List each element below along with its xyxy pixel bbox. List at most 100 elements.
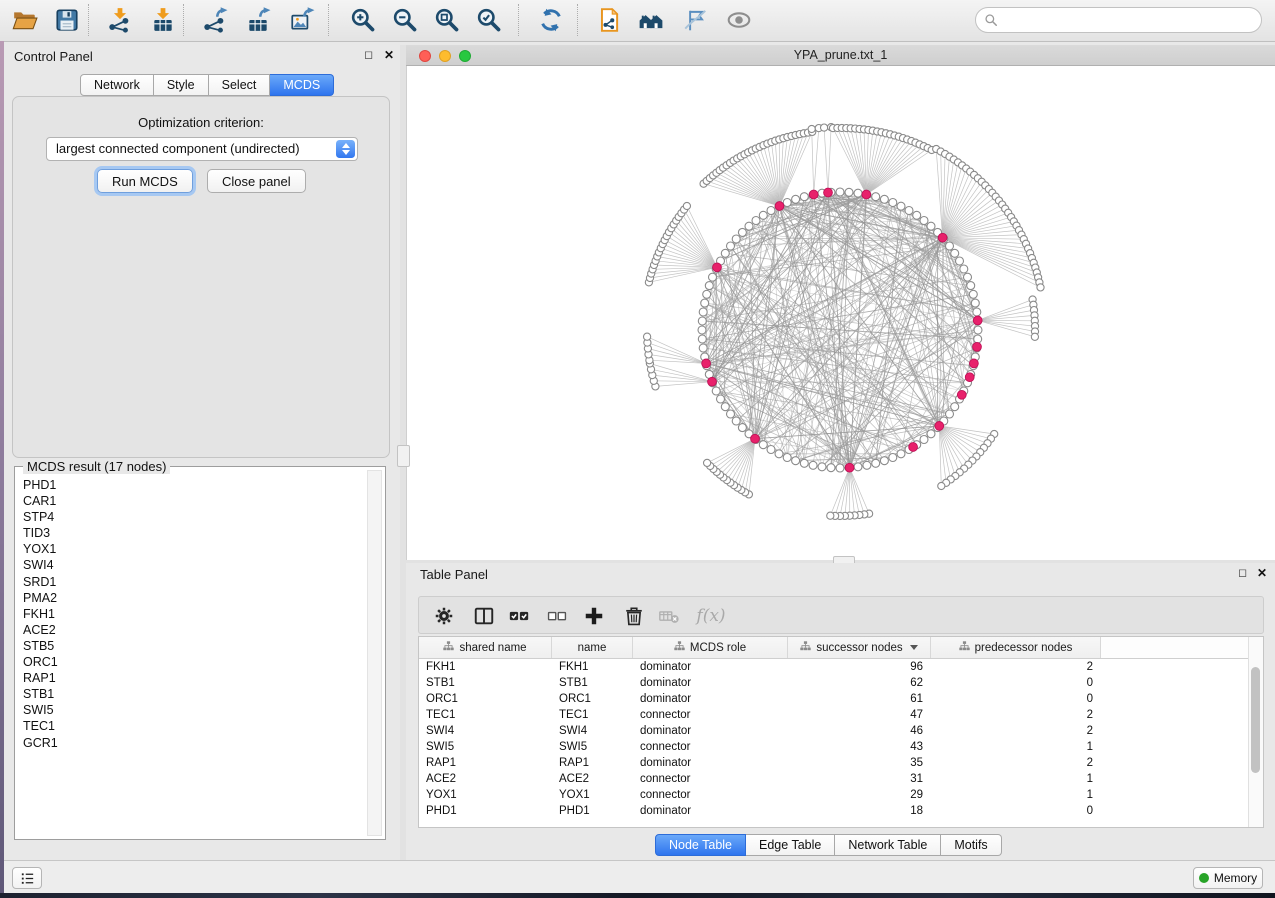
cell-predecessor-nodes[interactable]: 1 [931,787,1101,803]
cell-name[interactable]: PHD1 [552,803,633,819]
cell-name[interactable]: RAP1 [552,755,633,771]
cell-successor-nodes[interactable]: 46 [788,723,931,739]
tab-style[interactable]: Style [154,74,209,96]
result-scrollbar[interactable] [367,470,382,836]
cell-shared-name[interactable]: RAP1 [419,755,552,771]
result-node-item[interactable]: STB5 [23,638,361,654]
deselect-all-icon[interactable] [544,603,570,629]
cell-MCDS-role[interactable]: dominator [633,803,788,819]
table-row[interactable]: SWI5SWI5connector431 [419,739,1263,755]
tab-mcds[interactable]: MCDS [270,74,334,96]
import-table-icon[interactable] [148,5,178,35]
search-input[interactable] [975,7,1262,33]
table-row[interactable]: ORC1ORC1dominator610 [419,691,1263,707]
zoom-in-icon[interactable] [348,5,378,35]
scrollbar-thumb[interactable] [1251,667,1260,773]
close-panel-button[interactable]: Close panel [207,169,306,193]
cell-name[interactable]: ACE2 [552,771,633,787]
cell-predecessor-nodes[interactable]: 0 [931,691,1101,707]
export-image-icon[interactable] [287,5,317,35]
cell-successor-nodes[interactable]: 61 [788,691,931,707]
cell-MCDS-role[interactable]: dominator [633,691,788,707]
table-row[interactable]: STB1STB1dominator620 [419,675,1263,691]
cell-shared-name[interactable]: ORC1 [419,691,552,707]
network-file-icon[interactable] [594,5,624,35]
cell-MCDS-role[interactable]: dominator [633,659,788,675]
cell-successor-nodes[interactable]: 29 [788,787,931,803]
cell-predecessor-nodes[interactable]: 0 [931,675,1101,691]
cell-predecessor-nodes[interactable]: 2 [931,707,1101,723]
task-history-button[interactable] [12,867,42,889]
cell-name[interactable]: STB1 [552,675,633,691]
cell-predecessor-nodes[interactable]: 0 [931,803,1101,819]
gear-icon[interactable] [431,603,457,629]
tab-network-table[interactable]: Network Table [835,834,941,856]
tab-edge-table[interactable]: Edge Table [746,834,835,856]
import-network-icon[interactable] [105,5,135,35]
result-node-item[interactable]: STB1 [23,686,361,702]
cell-name[interactable]: FKH1 [552,659,633,675]
cell-successor-nodes[interactable]: 18 [788,803,931,819]
result-node-item[interactable]: SWI5 [23,702,361,718]
table-row[interactable]: PHD1PHD1dominator180 [419,803,1263,819]
split-columns-icon[interactable] [471,603,497,629]
result-node-item[interactable]: SRD1 [23,574,361,590]
tab-motifs[interactable]: Motifs [941,834,1001,856]
optimization-criterion-select[interactable]: largest connected component (undirected) [46,137,358,161]
table-row[interactable]: RAP1RAP1dominator352 [419,755,1263,771]
zoom-out-icon[interactable] [390,5,420,35]
result-node-item[interactable]: ORC1 [23,654,361,670]
table-row[interactable]: FKH1FKH1dominator962 [419,659,1263,675]
export-network-icon[interactable] [200,5,230,35]
cell-name[interactable]: TEC1 [552,707,633,723]
table-row[interactable]: SWI4SWI4dominator462 [419,723,1263,739]
result-node-item[interactable]: TEC1 [23,718,361,734]
close-panel-icon[interactable]: ✕ [1257,566,1267,580]
cell-successor-nodes[interactable]: 62 [788,675,931,691]
cell-successor-nodes[interactable]: 43 [788,739,931,755]
cell-predecessor-nodes[interactable]: 1 [931,739,1101,755]
export-table-icon[interactable] [243,5,273,35]
cell-predecessor-nodes[interactable]: 2 [931,723,1101,739]
cell-successor-nodes[interactable]: 47 [788,707,931,723]
memory-button[interactable]: Memory [1193,867,1263,889]
cell-name[interactable]: SWI4 [552,723,633,739]
float-panel-icon[interactable]: ◻ [364,48,373,61]
cell-name[interactable]: ORC1 [552,691,633,707]
delete-column-icon[interactable] [621,603,647,629]
column-header-shared-name[interactable]: shared name [419,637,552,658]
result-node-item[interactable]: SWI4 [23,557,361,573]
cell-successor-nodes[interactable]: 35 [788,755,931,771]
cell-shared-name[interactable]: FKH1 [419,659,552,675]
cell-name[interactable]: SWI5 [552,739,633,755]
cell-name[interactable]: YOX1 [552,787,633,803]
eye-icon[interactable] [724,5,754,35]
result-node-item[interactable]: FKH1 [23,606,361,622]
cell-successor-nodes[interactable]: 31 [788,771,931,787]
cell-MCDS-role[interactable]: connector [633,787,788,803]
cell-predecessor-nodes[interactable]: 1 [931,771,1101,787]
table-row[interactable]: ACE2ACE2connector311 [419,771,1263,787]
cell-MCDS-role[interactable]: connector [633,739,788,755]
add-column-icon[interactable] [581,603,607,629]
cell-MCDS-role[interactable]: connector [633,771,788,787]
zoom-selected-icon[interactable] [474,5,504,35]
tab-node-table[interactable]: Node Table [655,834,746,856]
result-node-item[interactable]: RAP1 [23,670,361,686]
cell-shared-name[interactable]: TEC1 [419,707,552,723]
result-node-item[interactable]: TID3 [23,525,361,541]
cell-shared-name[interactable]: SWI5 [419,739,552,755]
cell-MCDS-role[interactable]: dominator [633,675,788,691]
close-panel-icon[interactable]: ✕ [384,48,394,62]
result-node-item[interactable]: ACE2 [23,622,361,638]
refresh-icon[interactable] [536,5,566,35]
filter-flag-icon[interactable] [680,5,710,35]
open-folder-icon[interactable] [10,5,40,35]
table-scrollbar[interactable] [1248,637,1263,827]
network-graph[interactable] [407,66,1275,560]
column-header-MCDS-role[interactable]: MCDS role [633,637,788,658]
cell-predecessor-nodes[interactable]: 2 [931,755,1101,771]
tab-network[interactable]: Network [80,74,154,96]
cell-MCDS-role[interactable]: dominator [633,755,788,771]
splitter-grip[interactable] [397,445,410,467]
